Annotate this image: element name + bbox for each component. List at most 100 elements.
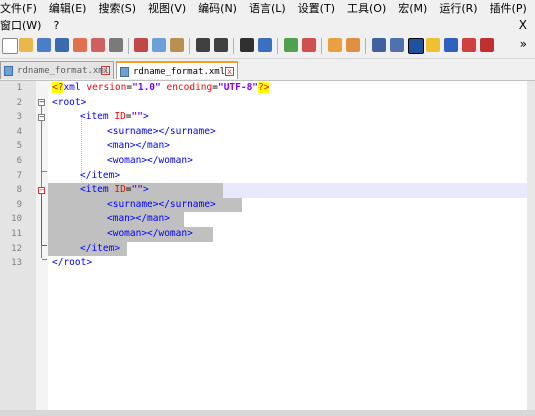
code-text: <surname></surname> (107, 198, 216, 210)
line-number: 12 (11, 243, 22, 254)
code-line: 11 <woman></woman> (0, 227, 527, 242)
menu-run[interactable]: 运行(R) (439, 0, 477, 17)
menu-help[interactable]: ? (53, 17, 59, 34)
menu-file[interactable]: 文件(F) (0, 0, 37, 17)
menu-language[interactable]: 语言(L) (249, 0, 286, 17)
replace-icon[interactable] (258, 38, 272, 52)
code-text: <man></man> (107, 140, 170, 152)
code-line: 12 </item> (0, 242, 527, 257)
new-file-icon[interactable] (2, 38, 18, 54)
code-text: <woman></woman> (107, 228, 193, 239)
code-line: 5 <man></man> (0, 139, 527, 154)
language-style-icon[interactable] (426, 38, 440, 52)
tab-label: rdname_format.xml (17, 66, 110, 76)
line-number: 3 (16, 112, 22, 123)
find-icon[interactable] (240, 38, 254, 52)
menu-window[interactable]: 窗口(W) (0, 17, 41, 34)
word-wrap-icon[interactable] (372, 38, 386, 52)
code-text: </item> (80, 242, 121, 254)
indent-guide-icon[interactable] (408, 38, 424, 54)
code-text: </item> (80, 169, 121, 181)
code-line: 9 <surname></surname> (0, 198, 527, 213)
tab-document-2[interactable]: rdname_format.xml x (116, 61, 238, 79)
code-line-current: 8 <item ID=""> (0, 183, 527, 198)
line-number: 10 (11, 214, 22, 225)
menu-encoding[interactable]: 编码(N) (198, 0, 237, 17)
line-number: 9 (16, 199, 22, 210)
menu-tools[interactable]: 工具(O) (347, 0, 386, 17)
line-number: 4 (16, 126, 22, 137)
code-text: <?xml version="1.0" encoding="UTF-8"?> (52, 82, 270, 93)
menu-row-main: 文件(F) 编辑(E) 搜索(S) 视图(V) 编码(N) 语言(L) 设置(T) 工具(O)… (0, 0, 535, 17)
status-strip (0, 410, 535, 416)
toolbar-overflow-icon[interactable]: » (520, 36, 527, 53)
toolbar-separator (365, 38, 366, 54)
tab-document-1[interactable]: rdname_format.xml x (0, 61, 114, 79)
menu-macro[interactable]: 宏(M) (398, 0, 427, 17)
tab-label: rdname_format.xml (133, 67, 226, 77)
menu-row-secondary: 窗口(W)? (0, 17, 71, 34)
code-line: 13 </root> (0, 256, 527, 271)
line-number: 8 (16, 185, 22, 196)
document-map-icon[interactable] (444, 38, 458, 52)
line-number: 2 (16, 97, 22, 108)
save-icon[interactable] (37, 38, 51, 52)
cut-icon[interactable] (134, 38, 148, 52)
redo-icon[interactable] (214, 38, 228, 52)
tab-close-icon[interactable]: x (101, 66, 110, 75)
code-text: <man></man> (107, 213, 170, 225)
line-number: 6 (16, 156, 22, 166)
code-line: 7 </item> (0, 169, 527, 184)
code-line: 3 <item ID=""> (0, 110, 527, 125)
code-text: <item ID=""> (80, 111, 149, 123)
file-icon (120, 67, 129, 77)
macro-record-icon[interactable] (462, 38, 476, 52)
toolbar-separator (128, 38, 129, 54)
menu-view[interactable]: 视图(V) (148, 0, 186, 17)
toolbar-separator (233, 38, 234, 54)
line-number: 1 (16, 83, 22, 93)
zoom-out-icon[interactable] (302, 38, 316, 52)
code-line: 10 <man></man> (0, 212, 527, 227)
line-number: 11 (11, 229, 22, 239)
code-text: <surname></surname> (107, 125, 216, 137)
copy-icon[interactable] (152, 38, 166, 52)
close-all-icon[interactable] (91, 38, 105, 52)
file-icon (4, 66, 13, 76)
toolbar-separator (321, 38, 322, 54)
toolbar: » (0, 34, 535, 59)
menu-settings[interactable]: 设置(T) (298, 0, 335, 17)
toolbar-separator (277, 38, 278, 54)
open-file-icon[interactable] (19, 38, 33, 52)
code-line: 6 <woman></woman> (0, 154, 527, 169)
code-line: 4 <surname></surname> (0, 125, 527, 140)
line-number: 7 (16, 170, 22, 181)
close-document-icon[interactable]: X (519, 17, 527, 34)
close-file-icon[interactable] (73, 38, 87, 52)
paste-icon[interactable] (170, 38, 184, 52)
show-all-characters-icon[interactable] (390, 38, 404, 52)
menu-search[interactable]: 搜索(S) (98, 0, 136, 17)
zoom-in-icon[interactable] (284, 38, 298, 52)
tab-close-icon[interactable]: x (225, 67, 234, 76)
menu-plugins[interactable]: 插件(P) (490, 0, 527, 17)
toolbar-separator (189, 38, 190, 54)
vertical-scrollbar[interactable] (527, 81, 535, 410)
code-text: <item ID=""> (80, 184, 149, 196)
save-all-icon[interactable] (55, 38, 69, 52)
code-line: 1 <?xml version="1.0" encoding="UTF-8"?> (0, 81, 527, 96)
code-line: 2 <root> (0, 96, 527, 111)
sync-scroll-horizontal-icon[interactable] (346, 38, 360, 52)
line-number: 5 (16, 141, 22, 152)
code-text: </root> (52, 257, 93, 269)
undo-icon[interactable] (196, 38, 210, 52)
menu-bar: 文件(F) 编辑(E) 搜索(S) 视图(V) 编码(N) 语言(L) 设置(T) 工具(O)… (0, 0, 535, 34)
macro-stop-icon[interactable] (480, 38, 494, 52)
line-number: 13 (11, 258, 22, 269)
tab-bar: rdname_format.xml x rdname_format.xml x (0, 59, 535, 81)
menu-edit[interactable]: 编辑(E) (49, 0, 87, 17)
print-icon[interactable] (109, 38, 123, 52)
code-text: <woman></woman> (107, 155, 193, 166)
editor-pane[interactable]: − − − 1 <?xml version="1.0" encoding="UT… (0, 81, 527, 410)
sync-scroll-vertical-icon[interactable] (328, 38, 342, 52)
